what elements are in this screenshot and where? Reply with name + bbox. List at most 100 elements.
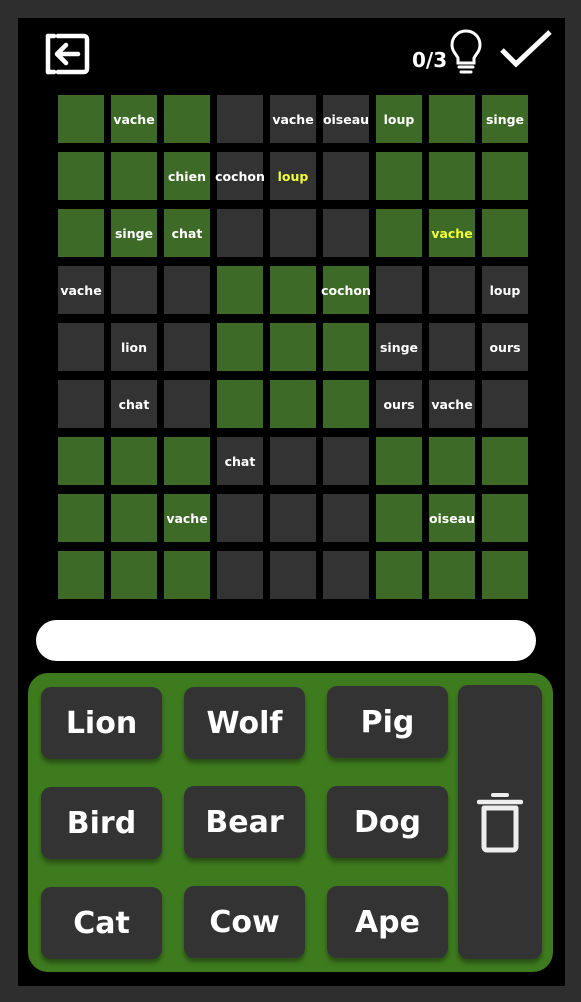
grid-cell[interactable] <box>429 551 475 599</box>
grid-cell[interactable]: vache <box>58 266 104 314</box>
grid-cell[interactable] <box>270 209 316 257</box>
grid-cell[interactable] <box>270 266 316 314</box>
key-ape[interactable]: Ape <box>327 886 448 958</box>
grid-cell[interactable] <box>164 437 210 485</box>
key-pig[interactable]: Pig <box>327 686 448 758</box>
grid-cell[interactable] <box>58 494 104 542</box>
grid-cell[interactable]: loup <box>482 266 528 314</box>
hint-area: 0/3 <box>412 24 483 76</box>
grid-cell[interactable]: cochon <box>321 266 371 314</box>
grid-cell[interactable] <box>270 323 316 371</box>
grid-cell[interactable]: chat <box>111 380 157 428</box>
grid-cell[interactable]: vache <box>429 380 475 428</box>
lightbulb-icon[interactable] <box>449 28 483 76</box>
grid-cell[interactable]: oiseau <box>429 494 475 542</box>
grid-cell[interactable] <box>217 95 263 143</box>
grid-cell[interactable] <box>482 437 528 485</box>
check-icon[interactable] <box>498 28 554 70</box>
grid-cell[interactable] <box>217 380 263 428</box>
grid-cell[interactable] <box>323 437 369 485</box>
grid-cell[interactable] <box>164 380 210 428</box>
grid-cell[interactable] <box>482 152 528 200</box>
grid-cell[interactable]: vache <box>429 209 475 257</box>
grid-cell[interactable] <box>217 494 263 542</box>
grid-cell[interactable]: oiseau <box>323 95 369 143</box>
grid-cell[interactable] <box>164 323 210 371</box>
grid-cell[interactable] <box>323 209 369 257</box>
grid-cell[interactable] <box>429 152 475 200</box>
grid-cell[interactable]: loup <box>376 95 422 143</box>
grid-cell[interactable] <box>217 266 263 314</box>
trash-icon <box>477 793 523 853</box>
grid-cell[interactable]: vache <box>270 95 316 143</box>
grid-cell[interactable] <box>482 494 528 542</box>
grid-cell[interactable] <box>217 209 263 257</box>
grid-cell[interactable] <box>58 437 104 485</box>
grid-cell[interactable] <box>58 152 104 200</box>
grid-cell[interactable] <box>58 209 104 257</box>
grid-cell[interactable] <box>270 551 316 599</box>
grid-cell[interactable]: vache <box>111 95 157 143</box>
grid-cell[interactable]: ours <box>376 380 422 428</box>
grid-cell[interactable]: chien <box>164 152 210 200</box>
grid-cell[interactable] <box>323 494 369 542</box>
grid-cell[interactable] <box>323 380 369 428</box>
grid-cell[interactable]: vache <box>164 494 210 542</box>
grid-cell[interactable] <box>217 551 263 599</box>
grid-cell[interactable] <box>376 266 422 314</box>
grid-cell[interactable] <box>429 266 475 314</box>
key-lion[interactable]: Lion <box>41 687 162 759</box>
grid-cell[interactable] <box>58 95 104 143</box>
grid-cell[interactable] <box>111 437 157 485</box>
grid-cell[interactable] <box>376 209 422 257</box>
key-cat[interactable]: Cat <box>41 887 162 959</box>
grid-cell[interactable] <box>270 380 316 428</box>
grid-cell[interactable] <box>376 437 422 485</box>
grid-cell[interactable] <box>376 152 422 200</box>
key-bear[interactable]: Bear <box>184 786 305 858</box>
grid-cell[interactable] <box>111 152 157 200</box>
key-wolf[interactable]: Wolf <box>184 687 305 759</box>
grid-cell[interactable] <box>58 323 104 371</box>
delete-button[interactable] <box>458 685 542 959</box>
grid-cell[interactable]: loup <box>270 152 316 200</box>
grid-cell[interactable] <box>164 266 210 314</box>
grid-cell[interactable] <box>323 323 369 371</box>
grid-cell[interactable] <box>376 551 422 599</box>
exit-icon[interactable] <box>44 32 90 76</box>
grid-cell[interactable]: ours <box>482 323 528 371</box>
grid-cell[interactable] <box>164 551 210 599</box>
grid-cell[interactable] <box>482 551 528 599</box>
grid-cell[interactable] <box>270 494 316 542</box>
key-cow[interactable]: Cow <box>184 886 305 958</box>
grid-cell[interactable] <box>111 551 157 599</box>
grid-cell[interactable]: cochon <box>215 152 265 200</box>
grid-cell[interactable] <box>111 494 157 542</box>
grid-cell[interactable]: chat <box>164 209 210 257</box>
grid-cell[interactable] <box>429 95 475 143</box>
hint-count: 0/3 <box>412 48 448 72</box>
grid-cell[interactable] <box>376 494 422 542</box>
grid-cell[interactable] <box>217 323 263 371</box>
grid-cell[interactable]: lion <box>111 323 157 371</box>
key-bird[interactable]: Bird <box>41 787 162 859</box>
grid-cell[interactable] <box>429 323 475 371</box>
grid-cell[interactable]: singe <box>376 323 422 371</box>
grid-cell[interactable] <box>164 95 210 143</box>
grid-cell[interactable] <box>323 152 369 200</box>
grid-cell[interactable]: singe <box>111 209 157 257</box>
keypad: Lion Wolf Pig Bird Bear Dog Cat Cow Ape <box>28 673 553 972</box>
grid-cell[interactable] <box>482 209 528 257</box>
grid-cell[interactable]: chat <box>217 437 263 485</box>
grid-cell[interactable] <box>270 437 316 485</box>
answer-input[interactable] <box>36 620 536 661</box>
key-dog[interactable]: Dog <box>327 786 448 858</box>
grid-cell[interactable] <box>111 266 157 314</box>
grid-cell[interactable]: singe <box>482 95 528 143</box>
grid-cell[interactable] <box>58 551 104 599</box>
grid-cell[interactable] <box>58 380 104 428</box>
grid-cell[interactable] <box>323 551 369 599</box>
word-grid: vache vache oiseau loup singe chien cochon loup… <box>58 95 528 599</box>
grid-cell[interactable] <box>429 437 475 485</box>
grid-cell[interactable] <box>482 380 528 428</box>
